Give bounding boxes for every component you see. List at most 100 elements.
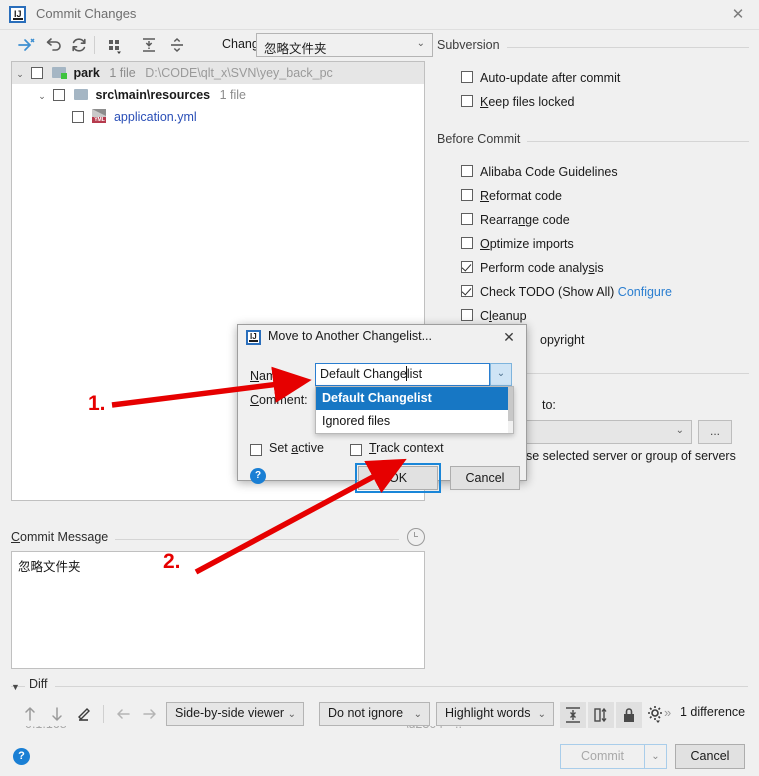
show-diff-icon[interactable] — [14, 34, 36, 56]
previous-difference-icon[interactable] — [19, 702, 41, 726]
settings-gear-icon[interactable] — [644, 702, 666, 726]
apply-right-icon[interactable] — [139, 702, 161, 726]
collapse-unchanged-icon[interactable] — [560, 702, 586, 728]
option-reformat-code[interactable]: Reformat code — [437, 184, 749, 208]
apply-left-icon[interactable] — [112, 702, 134, 726]
chevron-down-icon: ⌄ — [413, 709, 422, 720]
option-label: Keep files locked — [480, 95, 575, 109]
option-rearrange-code[interactable]: Rearrange code — [437, 208, 749, 232]
checkbox[interactable] — [250, 444, 262, 456]
folder-icon — [73, 89, 88, 101]
table-row[interactable]: ⌄ src\main\resources 1 file — [12, 84, 424, 106]
popup-scrollbar[interactable] — [508, 387, 513, 433]
before-commit-section-header: Before Commit — [437, 132, 749, 152]
window-title: Commit Changes — [36, 6, 137, 21]
name-field-label: Name: — [250, 369, 287, 383]
row-checkbox[interactable] — [53, 88, 66, 101]
yml-file-icon: YML — [92, 109, 107, 124]
diff-section-header: ▼ Diff — [11, 677, 748, 696]
option-label: Reformat code — [480, 189, 562, 203]
collapse-all-icon[interactable] — [166, 34, 188, 56]
option-perform-code-analysis[interactable]: Perform code analysis — [437, 256, 749, 280]
revert-icon[interactable] — [42, 34, 64, 56]
option-alibaba-code-guidelines[interactable]: Alibaba Code Guidelines — [437, 160, 749, 184]
changelist-dropdown[interactable]: 忽略文件夹 ⌄ — [256, 33, 433, 57]
checkbox[interactable] — [461, 261, 473, 273]
help-button[interactable]: ? — [13, 748, 30, 765]
option-label: Perform code analysis — [480, 261, 604, 275]
option-check-todo[interactable]: Check TODO (Show All) Configure — [437, 280, 749, 304]
tree-node-file-count: 1 file — [109, 66, 136, 80]
section-title: Subversion — [437, 38, 507, 52]
highlight-mode-dropdown[interactable]: Highlight words ⌄ — [436, 702, 554, 726]
checkbox[interactable] — [461, 237, 473, 249]
clipped-diff-row: 0.1.168 \u2304 .. — [0, 726, 759, 738]
more-options-icon[interactable]: » — [664, 705, 671, 720]
commit-message-input[interactable]: 忽略文件夹 — [11, 551, 425, 669]
option-optimize-imports[interactable]: Optimize imports — [437, 232, 749, 256]
chevron-down-icon[interactable]: ⌄ — [34, 85, 50, 107]
changelist-name-dropdown-button[interactable]: ⌄ — [490, 363, 512, 386]
commit-button[interactable]: Commit — [560, 744, 645, 769]
checkbox[interactable] — [461, 71, 473, 83]
changelist-name-input[interactable]: Default Changelist — [315, 363, 490, 386]
ok-button[interactable]: OK — [358, 466, 438, 490]
cancel-button[interactable]: Cancel — [675, 744, 745, 769]
viewer-mode-dropdown[interactable]: Side-by-side viewer ⌄ — [166, 702, 304, 726]
whitespace-mode-dropdown[interactable]: Do not ignore ⌄ — [319, 702, 430, 726]
dropdown-option-default-changelist[interactable]: Default Changelist — [316, 387, 513, 410]
clock-history-icon[interactable] — [407, 528, 425, 546]
next-difference-icon[interactable] — [46, 702, 68, 726]
checkbox[interactable] — [461, 285, 473, 297]
commit-dropdown-button[interactable]: ⌄ — [645, 744, 667, 769]
option-auto-update-after-commit[interactable]: Auto-update after commit — [437, 66, 749, 90]
browse-servers-button[interactable]: ... — [698, 420, 732, 444]
commit-message-section-header: Commit Message — [11, 528, 425, 550]
changelist-dropdown-popup[interactable]: Default Changelist Ignored files — [315, 386, 514, 434]
section-title: Before Commit — [437, 132, 528, 146]
tree-node-name: park — [73, 66, 100, 80]
option-label: Auto-update after commit — [480, 71, 621, 85]
text-caret — [406, 366, 407, 381]
viewer-mode-value: Side-by-side viewer — [175, 706, 285, 720]
checkbox[interactable] — [461, 165, 473, 177]
checkbox[interactable] — [461, 309, 473, 321]
intellij-idea-icon: IJ — [9, 6, 26, 23]
option-label: Check TODO (Show All) Configure — [480, 280, 672, 304]
chevron-down-icon[interactable]: ⌄ — [12, 63, 28, 85]
chevron-down-icon: ⌄ — [416, 38, 425, 49]
refresh-icon[interactable] — [68, 34, 90, 56]
option-label: opyright — [540, 333, 585, 347]
tree-node-name: src\main\resources — [95, 88, 211, 102]
collapse-triangle-icon[interactable]: ▼ — [11, 682, 20, 692]
checkbox[interactable] — [350, 444, 362, 456]
table-row[interactable]: ⌄ park 1 file D:\CODE\qlt_x\SVN\yey_back… — [12, 62, 424, 84]
option-label: Alibaba Code Guidelines — [480, 165, 618, 179]
list-item[interactable]: YML application.yml — [12, 106, 424, 128]
checkbox[interactable] — [461, 213, 473, 225]
configure-todo-link[interactable]: Configure — [618, 285, 672, 299]
checkbox[interactable] — [461, 189, 473, 201]
expand-all-icon[interactable] — [138, 34, 160, 56]
row-checkbox[interactable] — [31, 66, 44, 79]
close-window-button[interactable]: ✕ — [727, 4, 749, 26]
synchronize-scroll-icon[interactable] — [588, 702, 614, 728]
commit-message-label: Commit Message — [11, 530, 116, 544]
edit-source-icon[interactable] — [73, 702, 95, 726]
window-title-bar: IJ Commit Changes ✕ — [0, 0, 759, 30]
intellij-idea-icon: IJ — [246, 330, 261, 345]
checkbox[interactable] — [461, 95, 473, 107]
tree-node-path: D:\CODE\qlt_x\SVN\yey_back_pc — [145, 66, 333, 80]
read-only-lock-icon[interactable] — [616, 702, 642, 728]
option-keep-files-locked[interactable]: Keep files locked — [437, 90, 749, 114]
comment-field-label: Comment: — [250, 393, 308, 407]
dialog-help-button[interactable]: ? — [250, 468, 266, 484]
dropdown-option-ignored-files[interactable]: Ignored files — [316, 410, 513, 433]
annotation-marker-1: 1. — [88, 392, 106, 415]
close-icon[interactable]: ✕ — [500, 328, 518, 346]
tree-file-name: application.yml — [113, 110, 197, 124]
dialog-cancel-button[interactable]: Cancel — [450, 466, 520, 490]
group-by-icon[interactable] — [104, 34, 126, 56]
row-checkbox[interactable] — [72, 110, 84, 123]
chevron-down-icon: ⌄ — [537, 709, 546, 720]
